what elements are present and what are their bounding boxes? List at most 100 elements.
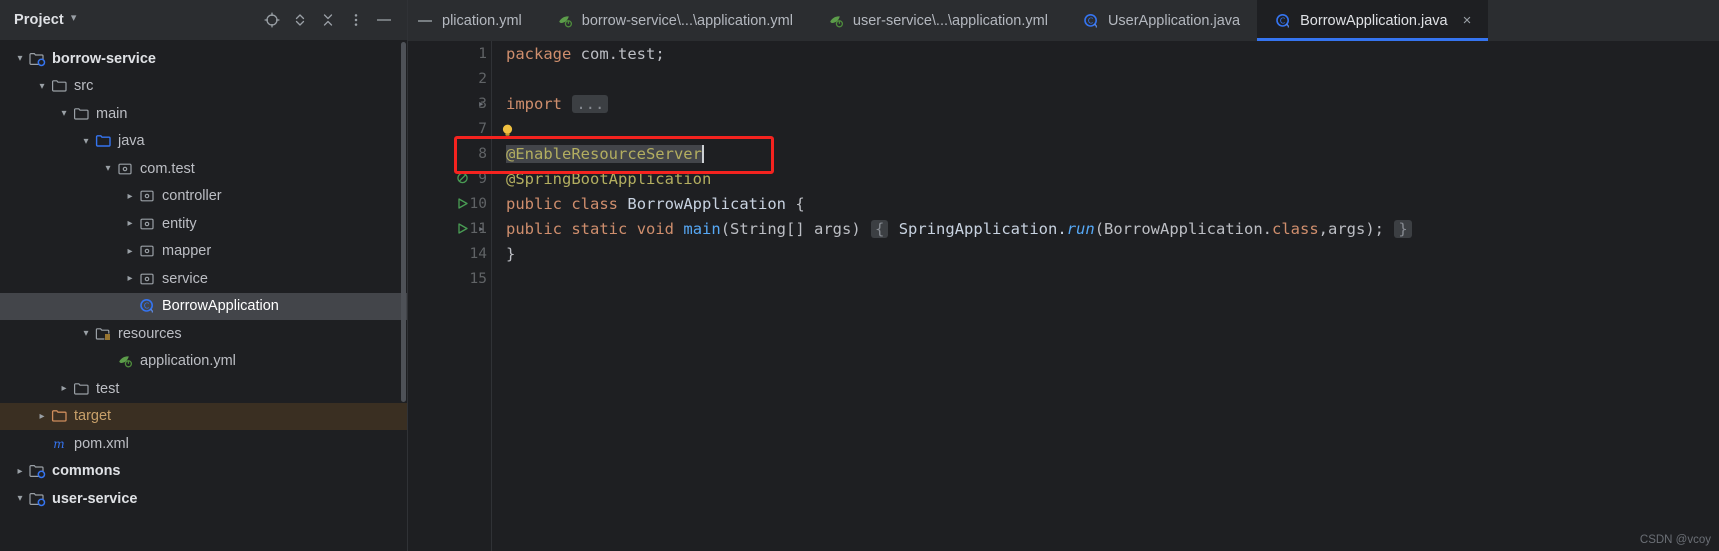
code-line-10: public class BorrowApplication {	[492, 191, 1719, 216]
tree-item-main[interactable]: ▾ main	[0, 100, 407, 128]
tree-expand-arrow[interactable]: ▸	[122, 191, 138, 202]
code-line-11: public static void main (String[] args) {…	[492, 216, 1719, 241]
tree-item-resources[interactable]: ▾ resources	[0, 320, 407, 348]
tab-label: UserApplication.java	[1107, 12, 1241, 29]
tree-expand-arrow[interactable]: ▾	[34, 81, 50, 92]
tree-item-application-yml[interactable]: application.yml	[0, 348, 407, 376]
tree-expand-arrow[interactable]: ▸	[12, 466, 28, 477]
keyword-static: static	[571, 219, 628, 238]
code-line-9: @SpringBootApplication	[492, 166, 1719, 191]
excluded-folder-icon	[50, 408, 69, 424]
tabs-minimize-icon[interactable]	[408, 0, 442, 41]
tree-expand-arrow[interactable]: ▾	[100, 163, 116, 174]
watermark: CSDN @vcoy	[1639, 534, 1711, 546]
spring-class-icon: C	[1082, 13, 1101, 29]
run-gutter-icon[interactable]	[456, 197, 469, 210]
tree-item-service[interactable]: ▸ service	[0, 265, 407, 293]
tree-item-target[interactable]: ▸ target	[0, 402, 407, 430]
editor-tab-plication-yml[interactable]: plication.yml	[442, 0, 539, 41]
tree-expand-arrow[interactable]: ▾	[12, 53, 28, 64]
close-icon[interactable]: ×	[1463, 13, 1472, 28]
gutter-line-10: 10	[408, 191, 491, 216]
tree-item-borrowapplication[interactable]: C BorrowApplication	[0, 292, 407, 320]
tree-item-test[interactable]: ▸ test	[0, 375, 407, 403]
spring-bean-gutter-icon[interactable]	[456, 172, 469, 185]
fold-arrow-icon[interactable]: ▸	[478, 222, 485, 235]
brace-close: }	[506, 244, 516, 263]
keyword-public: public	[506, 219, 562, 238]
tree-item-pom-xml[interactable]: m pom.xml	[0, 430, 407, 458]
editor-tab-borrowapplication-java[interactable]: C BorrowApplication.java ×	[1257, 0, 1489, 41]
method-params: (String[] args)	[720, 219, 861, 238]
folder-icon	[72, 106, 91, 122]
line-number: 15	[469, 270, 487, 287]
tree-expand-arrow[interactable]: ▸	[34, 411, 50, 422]
gutter-line-2: 2	[408, 66, 491, 91]
tree-item-entity[interactable]: ▸ entity	[0, 210, 407, 238]
editor-tab-borrow-service-application-yml[interactable]: borrow-service\...\application.yml	[539, 0, 810, 41]
tree-item-java[interactable]: ▾ java	[0, 128, 407, 156]
tree-expand-arrow[interactable]: ▾	[56, 108, 72, 119]
tree-expand-arrow[interactable]: ▾	[12, 493, 28, 504]
folded-block-close[interactable]: }	[1394, 219, 1412, 238]
tree-expand-arrow[interactable]: ▾	[78, 136, 94, 147]
spring-yml-icon	[116, 353, 135, 369]
tree-item-label: application.yml	[140, 353, 236, 369]
ide-window: Project ▾ ▾ borrow-service ▾ src ▾ main …	[0, 0, 1719, 551]
run-arg: (BorrowApplication.	[1094, 219, 1272, 238]
tree-item-commons[interactable]: ▸ commons	[0, 458, 407, 486]
locate-icon[interactable]	[259, 7, 285, 33]
tree-scrollbar[interactable]	[401, 42, 406, 402]
package-icon	[138, 271, 157, 287]
tree-expand-arrow[interactable]: ▸	[56, 383, 72, 394]
hide-icon[interactable]	[371, 7, 397, 33]
tree-item-label: target	[74, 408, 112, 424]
folded-block-open[interactable]: {	[871, 219, 889, 238]
module-folder-icon	[28, 463, 47, 479]
code-line-3: import ...	[492, 91, 1719, 116]
tab-label: plication.yml	[442, 12, 522, 29]
editor-gutter[interactable]: 1 2 ▸ 3 7 8 9 10 ▸ 11 14 15	[408, 41, 492, 551]
tree-item-controller[interactable]: ▸ controller	[0, 183, 407, 211]
package-icon	[138, 216, 157, 232]
gutter-line-7: 7	[408, 116, 491, 141]
tree-item-user-service[interactable]: ▾ user-service	[0, 485, 407, 513]
expand-all-icon[interactable]	[287, 7, 313, 33]
gutter-line-9: 9	[408, 166, 491, 191]
svg-text:C: C	[144, 302, 150, 311]
line-number: 2	[478, 70, 487, 87]
tree-item-label: service	[162, 270, 208, 287]
code-editor[interactable]: 1 2 ▸ 3 7 8 9 10 ▸ 11 14 15 package com.test; impor…	[408, 41, 1719, 551]
module-folder-icon	[28, 491, 47, 507]
run-gutter-icon[interactable]	[456, 222, 469, 235]
editor-tab-userapplication-java[interactable]: C UserApplication.java	[1065, 0, 1257, 41]
more-options-icon[interactable]	[343, 7, 369, 33]
code-content[interactable]: package com.test; import ... @EnableReso…	[492, 41, 1719, 551]
tree-expand-arrow[interactable]: ▸	[122, 218, 138, 229]
page-title: Project	[14, 11, 64, 28]
text-caret	[701, 144, 704, 163]
tree-expand-arrow[interactable]: ▸	[122, 246, 138, 257]
tree-expand-arrow[interactable]: ▾	[78, 328, 94, 339]
project-tree[interactable]: ▾ borrow-service ▾ src ▾ main ▾ java ▾ com.test ▸ c…	[0, 40, 407, 551]
tree-item-borrow-service[interactable]: ▾ borrow-service	[0, 45, 407, 73]
package-icon	[138, 188, 157, 204]
editor-area: plication.yml borrow-service\...\applicat…	[408, 0, 1719, 551]
package-icon	[116, 161, 135, 177]
folded-imports[interactable]: ...	[572, 94, 609, 113]
intention-bulb-icon[interactable]	[500, 123, 515, 138]
tree-item-src[interactable]: ▾ src	[0, 73, 407, 101]
gutter-line-1: 1	[408, 41, 491, 66]
collapse-all-icon[interactable]	[315, 7, 341, 33]
tree-item-label: resources	[118, 325, 182, 342]
fold-arrow-icon[interactable]: ▸	[478, 97, 485, 110]
editor-tab-user-service-application-yml[interactable]: user-service\...\application.yml	[810, 0, 1065, 41]
code-line-1: package com.test;	[492, 41, 1719, 66]
tree-item-com-test[interactable]: ▾ com.test	[0, 155, 407, 183]
spring-yml-icon	[556, 13, 575, 29]
tree-expand-arrow[interactable]: ▸	[122, 273, 138, 284]
tree-item-mapper[interactable]: ▸ mapper	[0, 238, 407, 266]
chevron-down-icon[interactable]: ▾	[71, 13, 77, 24]
